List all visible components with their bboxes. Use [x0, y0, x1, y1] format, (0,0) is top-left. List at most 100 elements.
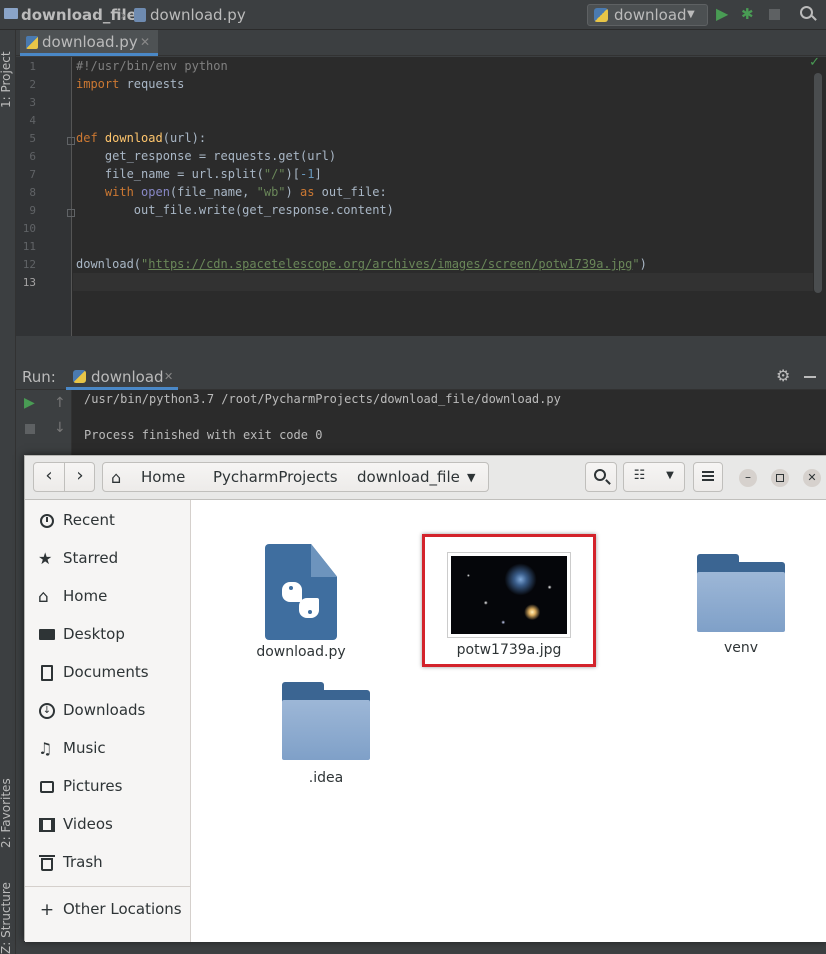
line-number: 13 — [22, 276, 36, 289]
view-toggle: ☷ ▼ — [623, 462, 685, 492]
line-number: 10 — [22, 222, 36, 235]
nav-buttons: ‹ › — [33, 462, 95, 492]
stop-icon[interactable] — [25, 424, 35, 434]
inspection-ok-icon[interactable]: ✓ — [809, 55, 820, 70]
pictures-icon — [38, 778, 56, 796]
navigation-bar: download_file › download.py download ▼ ▶… — [0, 0, 826, 30]
breadcrumb-download-file[interactable]: download_file — [357, 463, 460, 493]
search-handle — [811, 15, 817, 21]
list-view-icon[interactable]: ☷ — [624, 463, 655, 491]
line-number: 2 — [29, 78, 36, 91]
run-icon[interactable]: ▶ — [716, 4, 728, 23]
search-button[interactable] — [585, 462, 617, 492]
rerun-icon[interactable]: ▶ — [24, 395, 35, 411]
fold-marker-icon[interactable] — [67, 209, 75, 217]
project-tool-tab[interactable]: 1: Project — [0, 51, 13, 108]
maximize-window-button[interactable] — [771, 469, 789, 487]
close-icon[interactable]: ✕ — [164, 370, 173, 383]
sidebar-item-label: Home — [63, 587, 108, 605]
line-number: 7 — [29, 168, 36, 181]
folder-icon — [4, 8, 18, 19]
folder-venv[interactable]: venv — [681, 554, 801, 664]
hamburger-icon — [702, 471, 714, 473]
minimize-window-button[interactable]: – — [739, 469, 757, 487]
python-file-icon — [26, 36, 38, 49]
file-name: download.py — [256, 644, 346, 660]
python-file-icon — [134, 8, 146, 22]
search-handle — [605, 479, 611, 485]
sidebar-item-other-locations[interactable]: + Other Locations — [25, 891, 191, 929]
line-number: 11 — [22, 240, 36, 253]
editor-tab-download-py[interactable]: download.py ✕ — [20, 30, 158, 56]
sidebar-item-label: Videos — [63, 815, 113, 833]
structure-tool-tab[interactable]: Z: Structure — [0, 882, 13, 954]
code-line-12: download("https://cdn.spacetelescope.org… — [76, 257, 647, 271]
chevron-right-icon: › — [120, 6, 126, 24]
download-icon: ↓ — [38, 702, 56, 720]
python-file-icon — [265, 544, 337, 640]
line-number: 12 — [22, 258, 36, 271]
minimize-icon[interactable] — [804, 376, 816, 378]
fold-marker-icon[interactable] — [67, 137, 75, 145]
star-icon: ★ — [38, 549, 53, 568]
close-window-button[interactable]: ✕ — [803, 469, 821, 487]
sidebar-item-label: Downloads — [63, 701, 146, 719]
scroll-up-icon[interactable]: ↑ — [54, 395, 66, 411]
back-button[interactable]: ‹ — [34, 463, 65, 491]
home-icon: ⌂ — [38, 587, 49, 607]
forward-button[interactable]: › — [65, 463, 95, 491]
caret-down-icon[interactable]: ▼ — [467, 471, 475, 484]
sidebar-item-trash[interactable]: Trash — [25, 844, 191, 882]
console-command: /usr/bin/python3.7 /root/PycharmProjects… — [84, 392, 561, 406]
sidebar-item-music[interactable]: ♫ Music — [25, 730, 191, 768]
scroll-down-icon[interactable]: ↓ — [54, 420, 66, 436]
code-line-6: get_response = requests.get(url) — [76, 149, 337, 163]
stop-icon[interactable] — [769, 9, 780, 20]
music-icon: ♫ — [38, 739, 53, 758]
menu-button[interactable] — [693, 462, 723, 492]
folder-idea[interactable]: .idea — [266, 682, 386, 792]
sidebar-item-home[interactable]: ⌂ Home — [25, 578, 191, 616]
file-download-py[interactable]: download.py — [241, 544, 361, 664]
folder-icon — [697, 554, 785, 632]
line-number: 4 — [29, 114, 36, 127]
sidebar-item-pictures[interactable]: Pictures — [25, 768, 191, 806]
line-number: 5 — [29, 132, 36, 145]
sidebar-item-desktop[interactable]: Desktop — [25, 616, 191, 654]
sidebar-item-starred[interactable]: ★ Starred — [25, 540, 191, 578]
tab-label: download.py — [42, 33, 138, 51]
sidebar-item-label: Pictures — [63, 777, 123, 795]
debug-icon[interactable]: ✱ — [741, 5, 755, 23]
sidebar-item-documents[interactable]: Documents — [25, 654, 191, 692]
editor-tab-bar: download.py ✕ — [16, 30, 826, 56]
video-icon — [38, 816, 56, 834]
line-number: 6 — [29, 150, 36, 163]
clock-icon — [38, 512, 56, 530]
sidebar-item-videos[interactable]: Videos — [25, 806, 191, 844]
sidebar-item-recent[interactable]: Recent — [25, 502, 191, 540]
run-config-label: download — [614, 6, 687, 24]
favorites-tool-tab[interactable]: 2: Favorites — [0, 778, 13, 848]
run-config-select[interactable]: download ▼ — [587, 4, 708, 26]
code-editor[interactable]: 1 2 3 4 5 6 7 8 9 10 11 12 13 #!/usr/bin… — [16, 55, 826, 336]
home-icon: ⌂ — [111, 468, 122, 487]
caret-down-icon: ▼ — [687, 9, 695, 20]
breadcrumb-pycharmprojects[interactable]: PycharmProjects — [213, 463, 338, 493]
gear-icon[interactable]: ⚙ — [776, 366, 790, 385]
trash-icon — [38, 854, 56, 872]
sidebar-divider — [25, 886, 191, 887]
close-icon[interactable]: ✕ — [140, 30, 150, 54]
run-toolbar: ▶ ↑ ↓ — [16, 390, 72, 460]
sidebar-item-label: Starred — [63, 549, 119, 567]
view-options-dropdown[interactable]: ▼ — [655, 463, 685, 491]
code-line-9: out_file.write(get_response.content) — [76, 203, 394, 217]
url-link[interactable]: https://cdn.spacetelescope.org/archives/… — [148, 257, 632, 271]
run-console[interactable]: ▶ ↑ ↓ /usr/bin/python3.7 /root/PycharmPr… — [16, 390, 826, 460]
breadcrumb-file[interactable]: download.py — [150, 6, 246, 24]
breadcrumb-home[interactable]: Home — [141, 463, 185, 493]
editor-scrollbar[interactable] — [814, 73, 822, 293]
run-tab-download[interactable]: download — [91, 368, 164, 386]
line-number: 9 — [29, 204, 36, 217]
sidebar-item-label: Recent — [63, 511, 115, 529]
sidebar-item-downloads[interactable]: ↓ Downloads — [25, 692, 191, 730]
